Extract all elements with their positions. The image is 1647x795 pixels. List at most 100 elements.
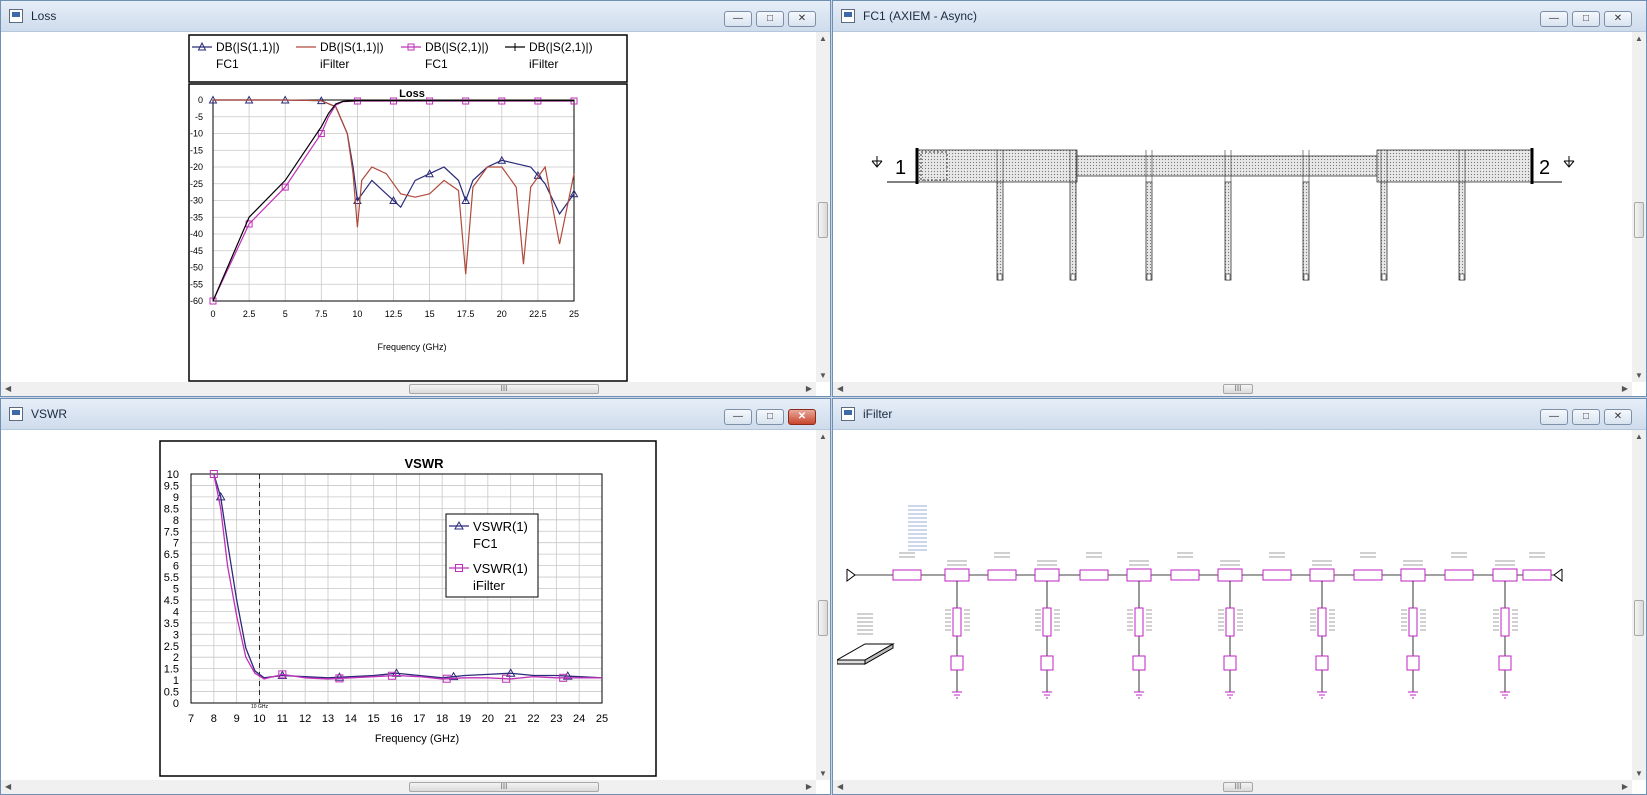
stub-end xyxy=(1070,273,1076,281)
microstrip-layout xyxy=(916,149,1533,281)
legend-label: DB(|S(2,1)|) xyxy=(425,40,489,54)
capacitor-element xyxy=(1040,655,1054,671)
legend-label: DB(|S(2,1)|) xyxy=(529,40,593,54)
port-1-label: 1 xyxy=(895,157,906,179)
open-stub xyxy=(1145,181,1153,281)
x-tick-label: 14 xyxy=(345,713,357,725)
stub-element xyxy=(1225,607,1235,637)
loss-x-axis-label: Frequency (GHz) xyxy=(377,342,446,352)
vswr-horizontal-scrollbar[interactable]: ◀ III ▶ xyxy=(1,780,816,794)
y-tick-label: 5.5 xyxy=(164,572,179,584)
vswr-titlebar[interactable]: VSWR — □ ✕ xyxy=(1,399,830,430)
x-tick-label: 19 xyxy=(459,713,471,725)
vswr-plot-area: VSWR 7 8 9 10 11 12 13 14 15 16 17 18 19 20 21 22 23 24 25… xyxy=(9,430,816,780)
vswr-window-title: VSWR xyxy=(31,407,67,421)
y-tick-label: 9 xyxy=(173,492,179,504)
legend-label: FC1 xyxy=(473,536,498,551)
loss-vertical-scrollbar[interactable]: ▲ ▼ xyxy=(816,32,830,382)
x-tick-label: 0 xyxy=(210,309,215,319)
fc1-vertical-scrollbar[interactable]: ▲ ▼ xyxy=(1632,32,1646,382)
x-tick-label: 10 xyxy=(253,713,265,725)
close-button[interactable]: ✕ xyxy=(788,11,816,27)
legend-label: FC1 xyxy=(425,57,448,71)
maximize-button[interactable]: □ xyxy=(756,409,784,425)
y-tick-label: -60 xyxy=(190,296,203,306)
fc1-hscroll-thumb[interactable]: III xyxy=(1223,384,1253,394)
y-tick-label: -40 xyxy=(190,229,203,239)
x-tick-label: 11 xyxy=(277,713,288,725)
maximize-button[interactable]: □ xyxy=(1572,409,1600,425)
fc1-titlebar[interactable]: FC1 (AXIEM - Async) — □ ✕ xyxy=(833,1,1646,32)
close-button[interactable]: ✕ xyxy=(788,409,816,425)
capacitor-element xyxy=(1498,655,1512,671)
loss-plot-area: DB(|S(1,1)|) FC1 DB(|S(1,1)|) iFilter DB(|S(… xyxy=(9,32,816,382)
tee-junction xyxy=(1400,568,1426,582)
ifilter-hscroll-thumb[interactable]: III xyxy=(1223,782,1253,792)
tee-junction xyxy=(1309,568,1335,582)
close-button[interactable]: ✕ xyxy=(1604,11,1632,27)
y-tick-label: 2.5 xyxy=(164,641,179,653)
close-button[interactable]: ✕ xyxy=(1604,409,1632,425)
y-tick-label: -15 xyxy=(190,145,203,155)
fc1-layout-drawing: 1 2 xyxy=(871,148,1575,281)
port-2-label: 2 xyxy=(1539,157,1550,179)
minimize-button[interactable]: — xyxy=(1540,409,1568,425)
stub-element xyxy=(1317,607,1327,637)
loss-titlebar[interactable]: Loss — □ ✕ xyxy=(1,1,830,32)
minimize-button[interactable]: — xyxy=(724,409,752,425)
x-tick-label: 13 xyxy=(322,713,334,725)
fc1-window-title: FC1 (AXIEM - Async) xyxy=(863,9,978,23)
fc1-vscroll-thumb[interactable] xyxy=(1634,202,1644,238)
stub-element xyxy=(952,607,962,637)
legend-label: VSWR(1) xyxy=(473,561,528,576)
x-tick-label: 9 xyxy=(234,713,240,725)
x-tick-label: 7 xyxy=(188,713,194,725)
y-tick-label: 3.5 xyxy=(164,618,179,630)
minimize-button[interactable]: — xyxy=(1540,11,1568,27)
ifilter-vertical-scrollbar[interactable]: ▲ ▼ xyxy=(1632,430,1646,780)
y-tick-label: 8 xyxy=(173,515,179,527)
y-tick-label: 0 xyxy=(198,95,203,105)
maximize-button[interactable]: □ xyxy=(1572,11,1600,27)
vswr-window: VSWR — □ ✕ VSWR 7 8 9 10 11 12 13 14 15 16 17 18 19 2… xyxy=(0,398,831,795)
x-tick-label: 15 xyxy=(368,713,380,725)
tline-element xyxy=(987,569,1017,581)
port-icon xyxy=(1553,568,1563,582)
vswr-chart-title: VSWR xyxy=(405,456,445,471)
ifilter-titlebar[interactable]: iFilter — □ ✕ xyxy=(833,399,1646,430)
y-tick-label: 4.5 xyxy=(164,595,179,607)
fc1-window: FC1 (AXIEM - Async) — □ ✕ 1 2 ▲ ▼ ◀ III … xyxy=(832,0,1647,397)
loss-horizontal-scrollbar[interactable]: ◀ III ▶ xyxy=(1,382,816,396)
vswr-hscroll-thumb[interactable]: III xyxy=(409,782,599,792)
x-tick-label: 20 xyxy=(482,713,494,725)
minimize-button[interactable]: — xyxy=(724,11,752,27)
x-tick-label: 15 xyxy=(425,309,435,319)
x-tick-label: 18 xyxy=(436,713,448,725)
y-tick-label: 2 xyxy=(173,652,179,664)
maximize-button[interactable]: □ xyxy=(756,11,784,27)
tee-junction xyxy=(944,568,970,582)
x-tick-label: 17 xyxy=(413,713,425,725)
y-tick-label: 5 xyxy=(173,584,179,596)
y-tick-label: -30 xyxy=(190,196,203,206)
frequency-marker-label: 10 GHz xyxy=(251,704,268,710)
x-tick-label: 22 xyxy=(527,713,539,725)
y-tick-label: 9.5 xyxy=(164,480,179,492)
y-tick-label: 1.5 xyxy=(164,664,179,676)
open-stub xyxy=(1458,181,1466,281)
y-tick-label: 10 xyxy=(167,469,179,481)
vswr-vscroll-thumb[interactable] xyxy=(818,600,828,636)
ifilter-horizontal-scrollbar[interactable]: ◀ III ▶ xyxy=(833,780,1632,794)
y-tick-label: -55 xyxy=(190,279,203,289)
vswr-vertical-scrollbar[interactable]: ▲ ▼ xyxy=(816,430,830,780)
x-tick-label: 7.5 xyxy=(315,309,328,319)
x-tick-label: 25 xyxy=(596,713,608,725)
y-tick-label: 6.5 xyxy=(164,549,179,561)
fc1-horizontal-scrollbar[interactable]: ◀ III ▶ xyxy=(833,382,1632,396)
ifilter-window: iFilter — □ ✕ ▲ ▼ ◀ III ▶ xyxy=(832,398,1647,795)
ifilter-schematic-area xyxy=(837,430,1632,780)
capacitor-element xyxy=(950,655,964,671)
ifilter-vscroll-thumb[interactable] xyxy=(1634,600,1644,636)
loss-vscroll-thumb[interactable] xyxy=(818,202,828,238)
loss-hscroll-thumb[interactable]: III xyxy=(409,384,599,394)
